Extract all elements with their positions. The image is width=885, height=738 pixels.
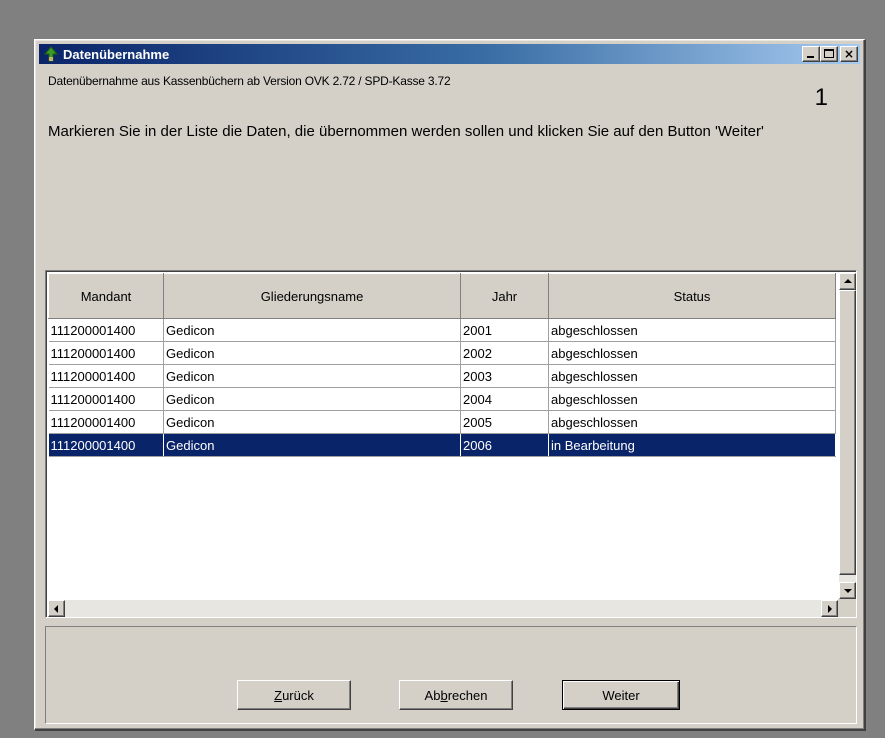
tree-download-icon [43, 46, 59, 62]
dialog-subtitle: Datenübernahme aus Kassenbüchern ab Vers… [48, 74, 451, 88]
scroll-right-button[interactable] [821, 600, 838, 617]
scroll-left-button[interactable] [48, 600, 65, 617]
back-label-rest: urück [282, 687, 314, 703]
table-row[interactable]: 111200001400 Gedicon 2004 abgeschlossen [48, 387, 836, 411]
scrollbar-corner [838, 599, 856, 617]
grid-viewport: Mandant Gliederungsname Jahr Status 1112… [48, 273, 838, 599]
cell-status: in Bearbeitung [548, 433, 836, 457]
cell-gliederungsname: Gedicon [163, 364, 461, 388]
table-row[interactable]: 111200001400 Gedicon 2001 abgeschlossen [48, 318, 836, 342]
next-label: Weiter [602, 687, 640, 703]
cell-mandant: 111200001400 [48, 318, 164, 342]
cell-status: abgeschlossen [548, 318, 836, 342]
vertical-scrollbar[interactable] [839, 273, 856, 599]
cancel-label-post: rechen [447, 687, 488, 703]
arrow-left-icon [54, 605, 58, 613]
table-row-selected[interactable]: 111200001400 Gedicon 2006 in Bearbeitung [48, 433, 836, 457]
cell-jahr: 2003 [460, 364, 549, 388]
next-button[interactable]: Weiter [562, 680, 680, 710]
close-icon: × [844, 47, 855, 61]
cell-status: abgeschlossen [548, 341, 836, 365]
cell-jahr: 2006 [460, 433, 549, 457]
window-title: Datenübernahme [63, 46, 170, 62]
cell-status: abgeschlossen [548, 410, 836, 434]
cancel-label-pre: Ab [424, 687, 441, 703]
cell-gliederungsname: Gedicon [163, 387, 461, 411]
maximize-button[interactable] [820, 46, 838, 62]
cell-mandant: 111200001400 [48, 410, 164, 434]
scroll-down-button[interactable] [839, 582, 856, 599]
minimize-icon [807, 56, 814, 58]
cell-gliederungsname: Gedicon [163, 410, 461, 434]
table-row[interactable]: 111200001400 Gedicon 2002 abgeschlossen [48, 341, 836, 365]
scroll-up-button[interactable] [839, 273, 856, 290]
cell-jahr: 2002 [460, 341, 549, 365]
back-button[interactable]: Zurück [237, 680, 351, 710]
column-header-status[interactable]: Status [548, 273, 836, 319]
table-row[interactable]: 111200001400 Gedicon 2005 abgeschlossen [48, 410, 836, 434]
data-grid: Mandant Gliederungsname Jahr Status 1112… [45, 270, 857, 618]
step-number: 1 [814, 84, 828, 111]
cell-status: abgeschlossen [548, 387, 836, 411]
window-controls: × [802, 46, 858, 62]
minimize-button[interactable] [802, 46, 820, 62]
cancel-button[interactable]: Ab b rechen [399, 680, 513, 710]
cancel-mnemonic: b [440, 687, 448, 703]
cell-jahr: 2004 [460, 387, 549, 411]
maximize-icon [824, 49, 834, 58]
back-mnemonic: Z [274, 687, 283, 703]
cell-mandant: 111200001400 [48, 364, 164, 388]
data-table: Mandant Gliederungsname Jahr Status 1112… [48, 273, 836, 457]
cell-mandant: 111200001400 [48, 433, 164, 457]
cell-jahr: 2005 [460, 410, 549, 434]
arrow-up-icon [844, 279, 852, 283]
horizontal-scrollbar[interactable] [48, 600, 838, 617]
cell-jahr: 2001 [460, 318, 549, 342]
cell-gliederungsname: Gedicon [163, 341, 461, 365]
column-header-jahr[interactable]: Jahr [460, 273, 549, 319]
cell-status: abgeschlossen [548, 364, 836, 388]
title-bar[interactable]: Datenübernahme × [39, 44, 860, 64]
table-row[interactable]: 111200001400 Gedicon 2003 abgeschlossen [48, 364, 836, 388]
column-header-mandant[interactable]: Mandant [48, 273, 164, 319]
cell-gliederungsname: Gedicon [163, 318, 461, 342]
vertical-scroll-thumb[interactable] [839, 290, 856, 575]
cell-mandant: 111200001400 [48, 387, 164, 411]
arrow-down-icon [844, 589, 852, 593]
column-header-gliederungsname[interactable]: Gliederungsname [163, 273, 461, 319]
cell-gliederungsname: Gedicon [163, 433, 461, 457]
instruction-text: Markieren Sie in der Liste die Daten, di… [48, 123, 764, 140]
header-row: Mandant Gliederungsname Jahr Status [48, 273, 836, 319]
datenuebernahme-dialog: Datenübernahme × Datenübernahme aus Kass… [34, 39, 866, 731]
arrow-right-icon [828, 605, 832, 613]
close-button[interactable]: × [840, 46, 858, 62]
cell-mandant: 111200001400 [48, 341, 164, 365]
